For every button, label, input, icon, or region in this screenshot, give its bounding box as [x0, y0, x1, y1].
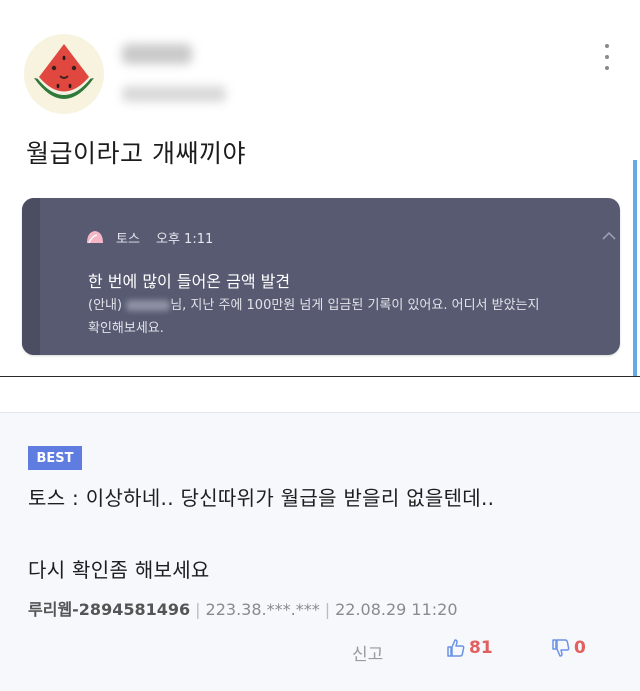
watermelon-icon [34, 44, 94, 99]
image-divider [0, 376, 640, 377]
post-card: 월급이라고 개쌔끼야 토스 오후 1:11 한 번에 많이 들어온 금액 발견 … [0, 0, 640, 376]
dislike-count: 0 [574, 638, 586, 658]
like-count: 81 [469, 638, 493, 658]
meta-separator: | [195, 600, 201, 619]
kebab-menu-icon[interactable] [600, 44, 614, 70]
comment-author[interactable]: 루리웹-2894581496 [28, 600, 190, 619]
notification-left-edge [22, 198, 40, 355]
comment-top-border [0, 412, 640, 413]
notification-body-prefix: (안내) [88, 298, 127, 313]
chevron-up-icon[interactable] [600, 230, 618, 242]
like-button[interactable]: 81 [446, 638, 493, 658]
notification-title: 한 번에 많이 들어온 금액 발견 [88, 272, 291, 291]
avatar[interactable] [24, 34, 104, 114]
toss-notification-card[interactable]: 토스 오후 1:11 한 번에 많이 들어온 금액 발견 (안내) 님, 지난 … [22, 198, 620, 355]
post-meta-redacted [122, 86, 226, 102]
author-name-redacted [122, 44, 192, 64]
comment-ip: 223.38.***.*** [205, 600, 320, 619]
recipient-name-redacted [126, 300, 171, 311]
notification-app-name: 토스 [116, 232, 140, 247]
post-text: 월급이라고 개쌔끼야 [26, 139, 246, 168]
best-comment: BEST 토스 : 이상하네.. 당신따위가 월급을 받을리 없을텐데.. 다시… [0, 412, 640, 691]
comment-text-line1: 토스 : 이상하네.. 당신따위가 월급을 받을리 없을텐데.. [28, 486, 495, 510]
best-badge: BEST [28, 446, 82, 470]
toss-app-icon [87, 231, 103, 244]
report-button[interactable]: 신고 [352, 640, 383, 665]
thumbs-up-icon [447, 639, 465, 657]
notification-body-line2: 확인해보세요. [88, 321, 164, 336]
dislike-button[interactable]: 0 [551, 638, 586, 658]
comment-text-line2: 다시 확인좀 해보세요 [28, 558, 210, 582]
scroll-indicator [633, 160, 637, 376]
comment-datetime: 22.08.29 11:20 [335, 600, 458, 619]
notification-body: (안내) 님, 지난 주에 100만원 넘게 입금된 기록이 있어요. 어디서 … [88, 294, 608, 340]
comment-meta: 루리웹-2894581496 | 223.38.***.*** | 22.08.29 1… [28, 596, 458, 620]
meta-separator: | [324, 600, 331, 619]
notification-body-line1: 님, 지난 주에 100만원 넘게 입금된 기록이 있어요. 어디서 받았는지 [170, 298, 540, 313]
notification-time: 오후 1:11 [156, 232, 214, 247]
thumbs-down-icon [552, 639, 570, 657]
